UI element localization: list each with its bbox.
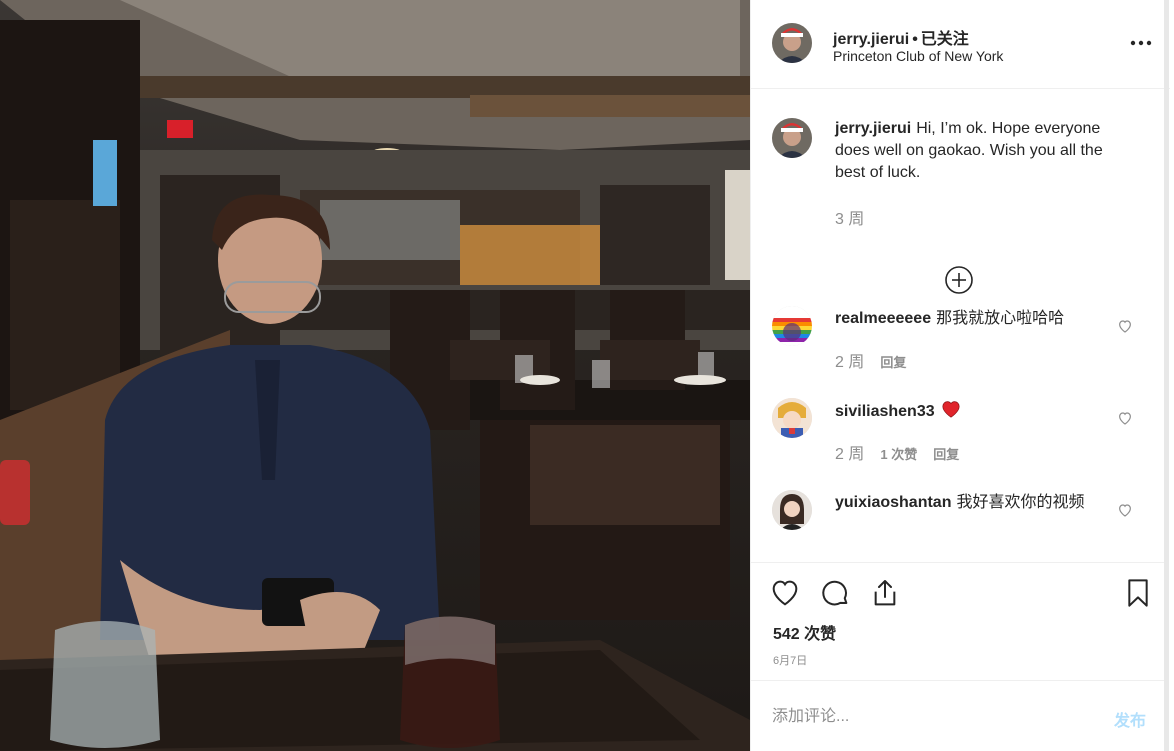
comment-like-heart-icon[interactable] [1117, 318, 1133, 334]
comment-meta: 2 周回复 [835, 348, 906, 372]
commenter-avatar[interactable] [772, 398, 812, 438]
comment-text-block: realmeeeeee 那我就放心啦哈哈 [835, 308, 1131, 330]
post-actions: 542 次赞 6月7日 [751, 562, 1165, 680]
comment-like-heart-icon[interactable] [1117, 410, 1133, 426]
scrollbar[interactable] [1164, 0, 1169, 751]
comment-like-heart-icon[interactable] [1117, 502, 1133, 518]
caption-time: 3 周 [835, 211, 865, 228]
comment-input[interactable] [772, 703, 1072, 731]
heart-icon[interactable] [769, 577, 801, 609]
caption-username[interactable]: jerry.jierui [835, 120, 911, 137]
author-username[interactable]: jerry.jierui [833, 31, 909, 48]
reply-button[interactable]: 回复 [933, 447, 959, 462]
post-comment-button[interactable]: 发布 [1114, 707, 1146, 731]
caption-author-avatar[interactable] [772, 118, 812, 158]
post-location[interactable]: Princeton Club of New York [833, 48, 1003, 64]
comment-username[interactable]: yuixiaoshantan [835, 494, 951, 511]
comment-username[interactable]: realmeeeeee [835, 310, 931, 327]
bookmark-icon[interactable] [1122, 577, 1154, 609]
follow-status-button[interactable]: 已关注 [921, 31, 969, 48]
commenter-avatar[interactable] [772, 306, 812, 346]
likes-count[interactable]: 542 次赞 [773, 620, 836, 644]
comment-text: 我好喜欢你的视频 [956, 494, 1085, 511]
post-date: 6月7日 [773, 655, 808, 667]
comment-text: 那我就放心啦哈哈 [936, 310, 1065, 327]
comment-text-block: yuixiaoshantan 我好喜欢你的视频 [835, 492, 1131, 514]
comments-list: jerry.jierui Hi, I’m ok. Hope everyone do… [751, 90, 1165, 562]
more-horizontal-icon[interactable] [1127, 30, 1155, 54]
comment-time: 2 周 [835, 446, 865, 463]
separator-dot: • [912, 31, 918, 48]
restaurant-photo [0, 0, 750, 751]
commenter-avatar[interactable] [772, 490, 812, 530]
share-icon[interactable] [869, 577, 901, 609]
comment-meta: 2 周 1 次赞 回复 [835, 440, 959, 464]
comment-username[interactable]: siviliashen33 [835, 403, 935, 420]
comment-likes-count[interactable]: 1 次赞 [880, 447, 917, 462]
caption-text-block: jerry.jierui Hi, I’m ok. Hope everyone do… [835, 118, 1131, 184]
post-header: jerry.jierui • 已关注 Princeton Club of New Y… [751, 0, 1170, 89]
post-photo [0, 0, 750, 751]
reply-button[interactable]: 回复 [880, 355, 906, 370]
comment-time: 2 周 [835, 354, 865, 371]
post-side-panel: jerry.jierui • 已关注 Princeton Club of New Y… [750, 0, 1170, 751]
comment-icon[interactable] [819, 577, 851, 609]
red-heart-icon [940, 401, 962, 420]
comment-text-block: siviliashen33 [835, 400, 1131, 423]
author-avatar[interactable] [772, 23, 812, 63]
add-comment-bar: 发布 [751, 680, 1165, 751]
plus-circle-icon[interactable] [944, 265, 974, 295]
author-line: jerry.jierui • 已关注 [833, 25, 969, 49]
